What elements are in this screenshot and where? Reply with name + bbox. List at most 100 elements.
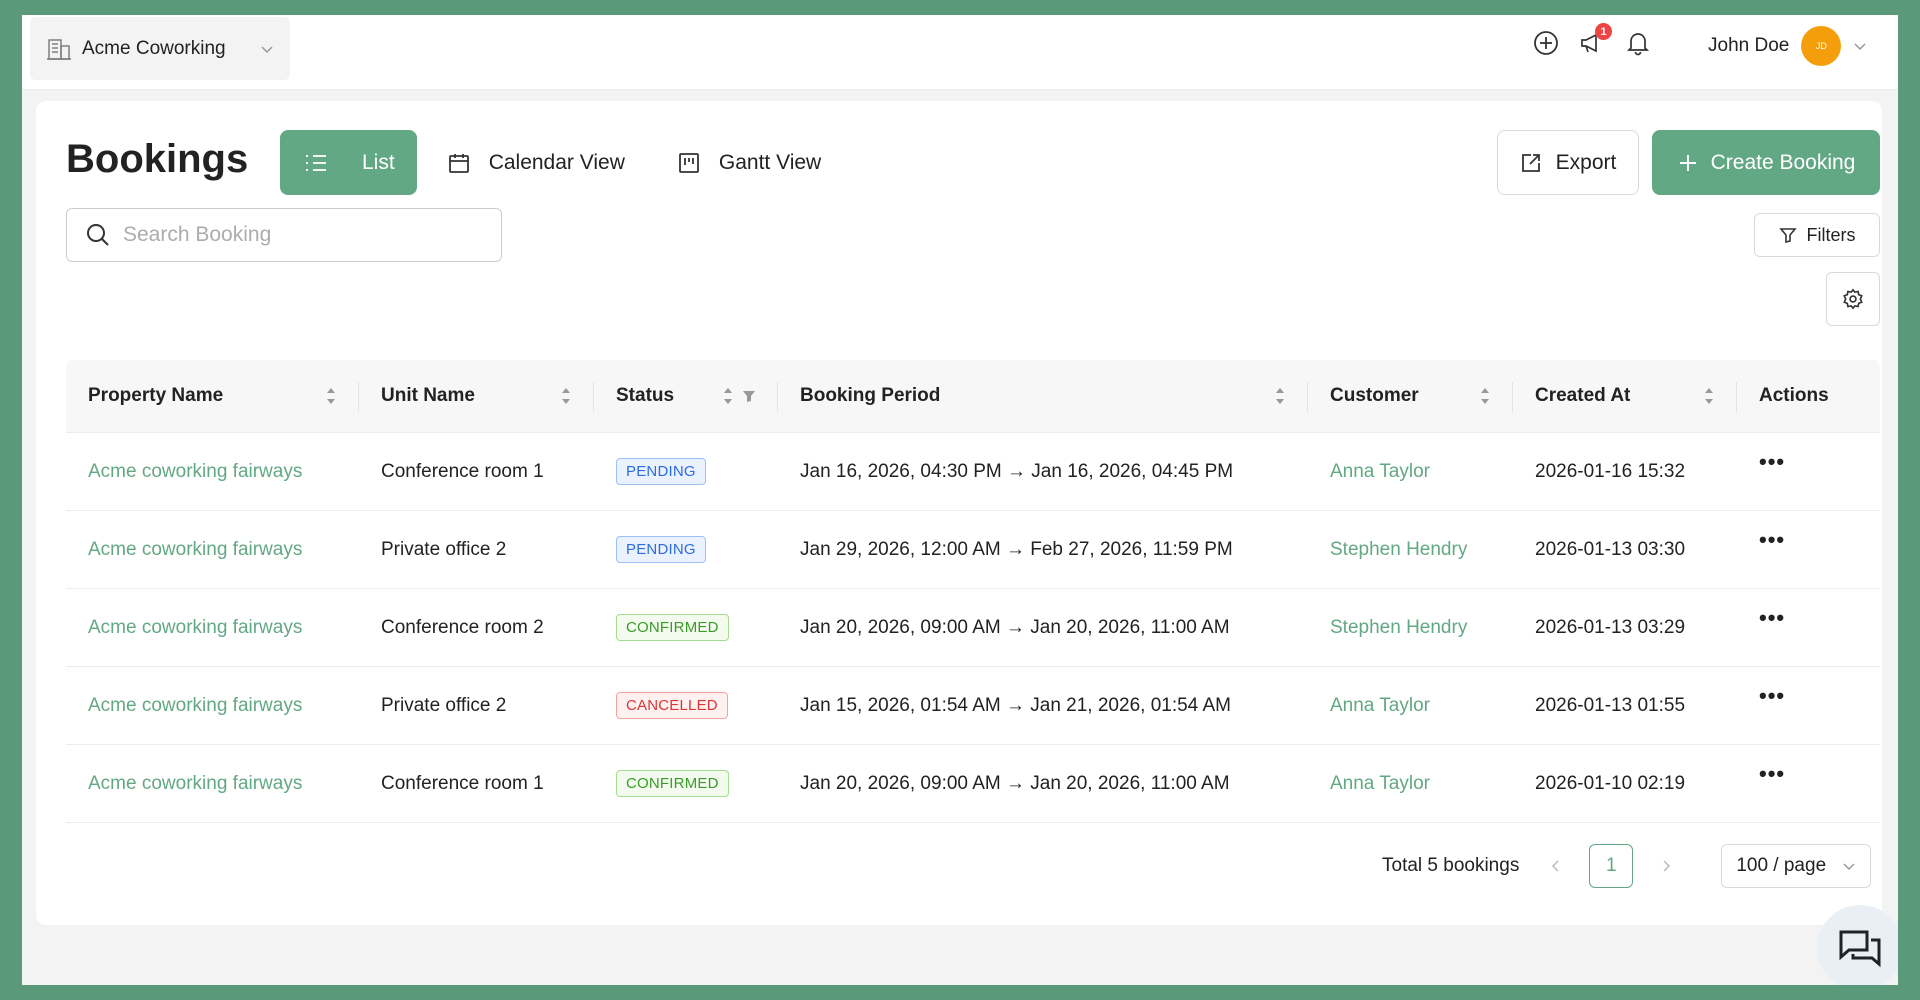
unit-name: Conference room 2	[381, 616, 544, 638]
megaphone-icon[interactable]: 1	[1578, 23, 1612, 57]
sort-icon[interactable]	[1479, 385, 1491, 407]
booking-period: Jan 20, 2026, 09:00 AM → Jan 20, 2026, 1…	[800, 772, 1230, 794]
column-header-property[interactable]: Property Name	[66, 360, 359, 432]
created-at: 2026-01-13 03:30	[1535, 538, 1686, 560]
created-at: 2026-01-16 15:32	[1535, 460, 1686, 482]
gear-icon	[1843, 288, 1863, 310]
next-page-button[interactable]	[1651, 851, 1681, 881]
column-label: Actions	[1759, 385, 1829, 406]
tab-list[interactable]: List	[280, 130, 417, 195]
page-title: Bookings	[66, 137, 249, 181]
more-actions-icon[interactable]: •••	[1759, 683, 1785, 709]
status-badge: PENDING	[616, 458, 706, 485]
filter-icon	[1778, 228, 1797, 244]
chevron-down-icon	[261, 45, 273, 53]
gantt-icon	[678, 152, 699, 173]
booking-period: Jan 15, 2026, 01:54 AM → Jan 21, 2026, 0…	[800, 694, 1231, 716]
chat-icon	[1839, 930, 1881, 968]
sort-icon[interactable]	[325, 385, 337, 407]
workspace-name: Acme Coworking	[82, 37, 226, 59]
sort-icon[interactable]	[1274, 385, 1286, 407]
customer-link[interactable]: Anna Taylor	[1330, 461, 1430, 483]
column-label: Status	[616, 385, 675, 406]
column-label: Booking Period	[800, 385, 941, 406]
chevron-down-icon	[1843, 863, 1855, 871]
user-menu[interactable]: John Doe JD	[1708, 26, 1867, 66]
table-row: Acme coworking fairways Conference room …	[66, 433, 1880, 511]
column-header-actions: Actions	[1737, 360, 1880, 432]
table-body: Acme coworking fairways Conference room …	[66, 433, 1880, 823]
table-row: Acme coworking fairways Conference room …	[66, 745, 1880, 823]
filter-icon[interactable]	[742, 385, 756, 407]
filters-button[interactable]: Filters	[1754, 213, 1880, 257]
page-size-value: 100 / page	[1736, 855, 1827, 876]
unit-name: Private office 2	[381, 694, 507, 716]
sort-icon[interactable]	[722, 385, 734, 407]
tab-gantt-view[interactable]: Gantt View	[655, 130, 843, 195]
column-label: Unit Name	[381, 385, 475, 406]
bookings-table: Property Name Unit Name Status Booking P…	[66, 360, 1880, 823]
create-booking-label: Create Booking	[1710, 150, 1856, 174]
page-size-select[interactable]: 100 / page	[1721, 844, 1872, 888]
property-link[interactable]: Acme coworking fairways	[88, 461, 302, 483]
column-header-period[interactable]: Booking Period	[778, 360, 1308, 432]
search-input[interactable]	[123, 223, 483, 247]
customer-link[interactable]: Stephen Hendry	[1330, 617, 1467, 639]
property-link[interactable]: Acme coworking fairways	[88, 617, 302, 639]
prev-page-button[interactable]	[1541, 851, 1571, 881]
more-actions-icon[interactable]: •••	[1759, 605, 1785, 631]
search-icon	[87, 224, 109, 246]
status-badge: CANCELLED	[616, 692, 728, 719]
column-label: Created At	[1535, 385, 1631, 406]
search-box[interactable]	[66, 208, 502, 262]
column-header-customer[interactable]: Customer	[1308, 360, 1513, 432]
create-booking-button[interactable]: Create Booking	[1652, 130, 1880, 195]
avatar: JD	[1801, 26, 1842, 66]
chat-button[interactable]	[1817, 905, 1898, 985]
external-link-icon	[1521, 153, 1540, 172]
more-actions-icon[interactable]: •••	[1759, 527, 1785, 553]
status-badge: CONFIRMED	[616, 614, 729, 641]
more-actions-icon[interactable]: •••	[1759, 449, 1785, 475]
calendar-icon	[448, 153, 469, 173]
column-header-created[interactable]: Created At	[1513, 360, 1737, 432]
total-count: Total 5 bookings	[1382, 855, 1520, 876]
column-settings-button[interactable]	[1826, 272, 1880, 326]
more-actions-icon[interactable]: •••	[1759, 761, 1785, 787]
booking-period: Jan 29, 2026, 12:00 AM → Feb 27, 2026, 1…	[800, 538, 1233, 560]
unit-name: Private office 2	[381, 538, 507, 560]
sort-icon[interactable]	[560, 385, 572, 407]
booking-period: Jan 20, 2026, 09:00 AM → Jan 20, 2026, 1…	[800, 616, 1230, 638]
property-link[interactable]: Acme coworking fairways	[88, 773, 302, 795]
filters-label: Filters	[1806, 224, 1856, 245]
tab-calendar-label: Calendar View	[488, 150, 625, 174]
customer-link[interactable]: Anna Taylor	[1330, 773, 1430, 795]
page-number-button[interactable]: 1	[1589, 844, 1634, 888]
user-name: John Doe	[1708, 35, 1790, 56]
table-row: Acme coworking fairways Private office 2…	[66, 667, 1880, 745]
tab-list-label: List	[362, 150, 395, 174]
add-circle-icon[interactable]	[1532, 29, 1560, 57]
sort-icon[interactable]	[1703, 385, 1715, 407]
export-button[interactable]: Export	[1497, 130, 1639, 195]
property-link[interactable]: Acme coworking fairways	[88, 695, 302, 717]
column-header-unit[interactable]: Unit Name	[359, 360, 594, 432]
property-link[interactable]: Acme coworking fairways	[88, 539, 302, 561]
column-header-status[interactable]: Status	[594, 360, 778, 432]
booking-period: Jan 16, 2026, 04:30 PM → Jan 16, 2026, 0…	[800, 460, 1234, 482]
building-icon	[47, 38, 71, 60]
app-window: Acme Coworking 1 John Doe JD Bookings Li…	[22, 15, 1898, 985]
table-row: Acme coworking fairways Conference room …	[66, 589, 1880, 667]
customer-link[interactable]: Stephen Hendry	[1330, 539, 1467, 561]
created-at: 2026-01-10 02:19	[1535, 772, 1686, 794]
tab-gantt-label: Gantt View	[718, 150, 822, 174]
plus-icon	[1679, 154, 1696, 171]
customer-link[interactable]: Anna Taylor	[1330, 695, 1430, 717]
top-icons: 1	[1532, 23, 1652, 57]
list-icon	[306, 154, 326, 171]
workspace-selector[interactable]: Acme Coworking	[30, 17, 290, 80]
tab-calendar-view[interactable]: Calendar View	[425, 130, 647, 195]
bell-icon[interactable]	[1624, 29, 1652, 57]
bookings-card: Bookings List Calendar View Gantt View E…	[36, 101, 1882, 925]
table-row: Acme coworking fairways Private office 2…	[66, 511, 1880, 589]
